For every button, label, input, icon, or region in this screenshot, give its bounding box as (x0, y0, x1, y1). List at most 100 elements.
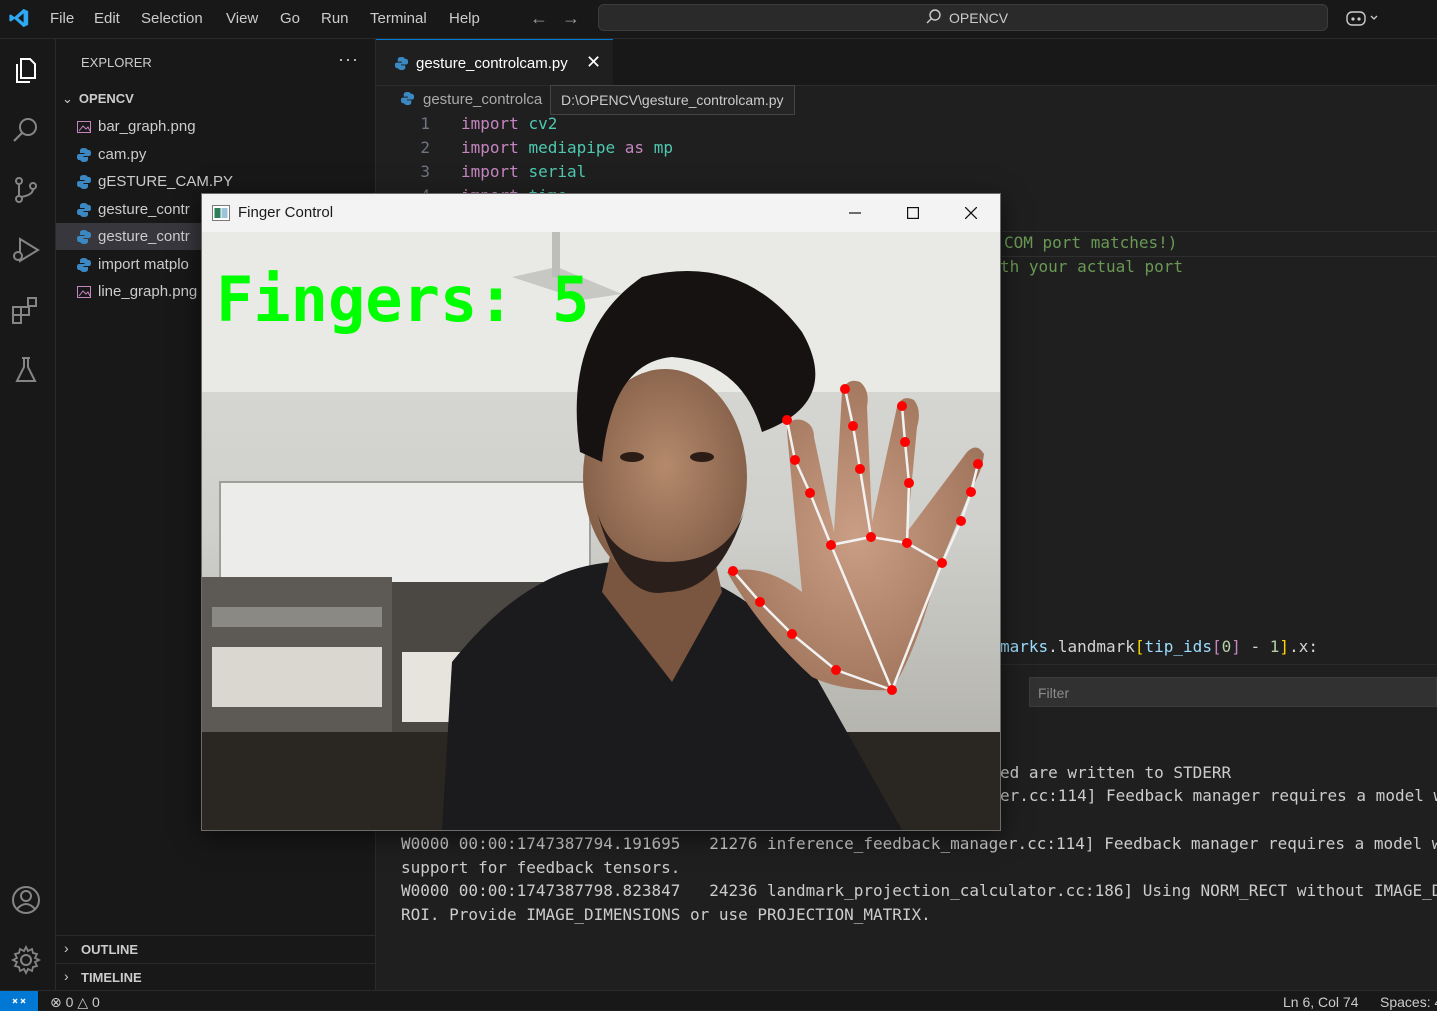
warning-icon: △ (77, 994, 89, 1010)
problems-status[interactable]: ⊗ 0 △ 0 (50, 994, 100, 1011)
window-app-icon (212, 205, 230, 221)
output-line: ROI. Provide IMAGE_DIMENSIONS or use PRO… (401, 905, 931, 924)
outline-section-header[interactable]: › OUTLINE (56, 935, 375, 963)
close-icon[interactable]: ✕ (586, 52, 601, 73)
code-identifier: x (1298, 637, 1309, 656)
editor-tab-active[interactable]: gesture_controlcam.py ✕ (376, 39, 613, 85)
file-item[interactable]: cam.py (56, 141, 375, 168)
python-file-icon (400, 91, 415, 106)
window-title-bar[interactable]: Finger Control (202, 194, 1000, 232)
menu-go[interactable]: Go (280, 10, 300, 27)
landmark-point (790, 455, 800, 465)
landmark-point (900, 437, 910, 447)
fingers-count-overlay: Fingers: 5 (216, 263, 589, 336)
landmark-point (937, 558, 947, 568)
code-line[interactable]: import serial (461, 162, 586, 181)
code-keyword: import (461, 162, 519, 181)
chevron-right-icon: › (64, 968, 69, 984)
error-icon: ⊗ (50, 994, 62, 1010)
line-number: 3 (420, 162, 430, 181)
landmark-point (966, 487, 976, 497)
code-bracket: [ (1211, 637, 1222, 656)
timeline-section-header[interactable]: › TIMELINE (56, 963, 375, 991)
code-line[interactable]: import cv2 (461, 114, 557, 133)
more-actions-icon[interactable]: ··· (338, 49, 359, 70)
activity-bar (0, 39, 56, 990)
output-filter-input[interactable]: Filter (1029, 677, 1437, 707)
command-center-search[interactable]: OPENCV (598, 4, 1328, 31)
file-item[interactable]: bar_graph.png (56, 113, 375, 140)
search-icon[interactable] (10, 114, 42, 146)
minimize-button[interactable] (826, 194, 884, 232)
search-label: OPENCV (949, 10, 1009, 26)
status-bar: ⊗ 0 △ 0 Ln 6, Col 74 Spaces: 4 (0, 990, 1437, 1011)
remote-icon (12, 998, 26, 1004)
file-path-tooltip: D:\OPENCV\gesture_controlcam.py (550, 85, 795, 115)
warning-count: 0 (91, 994, 100, 1010)
run-debug-icon[interactable] (10, 234, 42, 266)
landmark-point (897, 401, 907, 411)
vscode-logo-icon[interactable] (8, 7, 30, 29)
menu-help[interactable]: Help (449, 10, 480, 27)
file-item[interactable]: gESTURE_CAM.PY (56, 168, 375, 195)
whiteboard (219, 481, 591, 593)
forward-arrow-icon[interactable]: → (562, 8, 580, 29)
cursor-position[interactable]: Ln 6, Col 74 (1283, 994, 1359, 1010)
remote-indicator[interactable] (0, 991, 38, 1011)
explorer-title: EXPLORER (81, 55, 152, 70)
title-bar: File Edit Selection View Go Run Terminal… (0, 0, 1437, 39)
source-control-icon[interactable] (10, 174, 42, 206)
code-number: 0 (1221, 637, 1232, 656)
menu-terminal[interactable]: Terminal (370, 10, 427, 27)
output-line: support for feedback tensors. (401, 858, 681, 877)
breadcrumb[interactable]: gesture_controlca (376, 86, 1437, 112)
testing-icon[interactable] (10, 354, 42, 386)
camera-feed: Fingers: 5 (202, 232, 1000, 830)
chevron-right-icon: › (64, 940, 69, 956)
settings-gear-icon[interactable] (10, 944, 42, 976)
code-identifier: tip_ids (1144, 637, 1212, 656)
python-file-icon (77, 230, 91, 244)
window-close-button[interactable] (942, 194, 1000, 232)
python-file-icon (77, 203, 91, 217)
maximize-button[interactable] (884, 194, 942, 232)
code-comment: COM port matches!) (1004, 233, 1178, 252)
menu-run[interactable]: Run (321, 10, 349, 27)
explorer-icon[interactable] (10, 54, 42, 86)
code-module: cv2 (528, 114, 558, 133)
account-icon[interactable] (10, 884, 42, 916)
landmark-point (826, 540, 836, 550)
landmark-point (787, 629, 797, 639)
maximize-icon (907, 207, 919, 219)
breadcrumb-file: gesture_controlca (423, 91, 543, 108)
extensions-icon[interactable] (10, 294, 42, 326)
code-punct: . (1048, 637, 1058, 656)
menu-edit[interactable]: Edit (94, 10, 120, 27)
code-operator: - (1240, 637, 1270, 656)
landmark-point (805, 488, 815, 498)
code-line[interactable]: marks.landmark[tip_ids[0] - 1].x: (1000, 637, 1318, 656)
folder-header[interactable]: ⌄ OPENCV (62, 91, 134, 107)
copilot-icon[interactable] (1346, 8, 1380, 28)
filter-placeholder: Filter (1038, 685, 1070, 701)
landmark-point (956, 516, 966, 526)
file-name: cam.py (98, 146, 147, 163)
code-punct: . (1289, 637, 1299, 656)
person-eye (690, 452, 714, 462)
back-arrow-icon[interactable]: ← (530, 8, 548, 29)
tab-label: gesture_controlcam.py (416, 55, 568, 72)
menu-view[interactable]: View (226, 10, 258, 27)
indentation-status[interactable]: Spaces: 4 (1380, 994, 1437, 1010)
file-name: line_graph.png (98, 283, 198, 300)
output-line: W0000 00:00:1747387794.191695 21276 infe… (401, 834, 1437, 853)
code-keyword: import (461, 138, 519, 157)
menu-file[interactable]: File (50, 10, 74, 27)
shelf-row (212, 647, 382, 707)
code-identifier: marks (1000, 637, 1049, 656)
code-line[interactable]: import mediapipe as mp (461, 138, 673, 157)
python-file-icon (77, 175, 91, 189)
landmark-point (840, 384, 850, 394)
menu-selection[interactable]: Selection (141, 10, 203, 27)
code-punct: : (1308, 637, 1318, 656)
code-alias: mp (653, 138, 673, 157)
